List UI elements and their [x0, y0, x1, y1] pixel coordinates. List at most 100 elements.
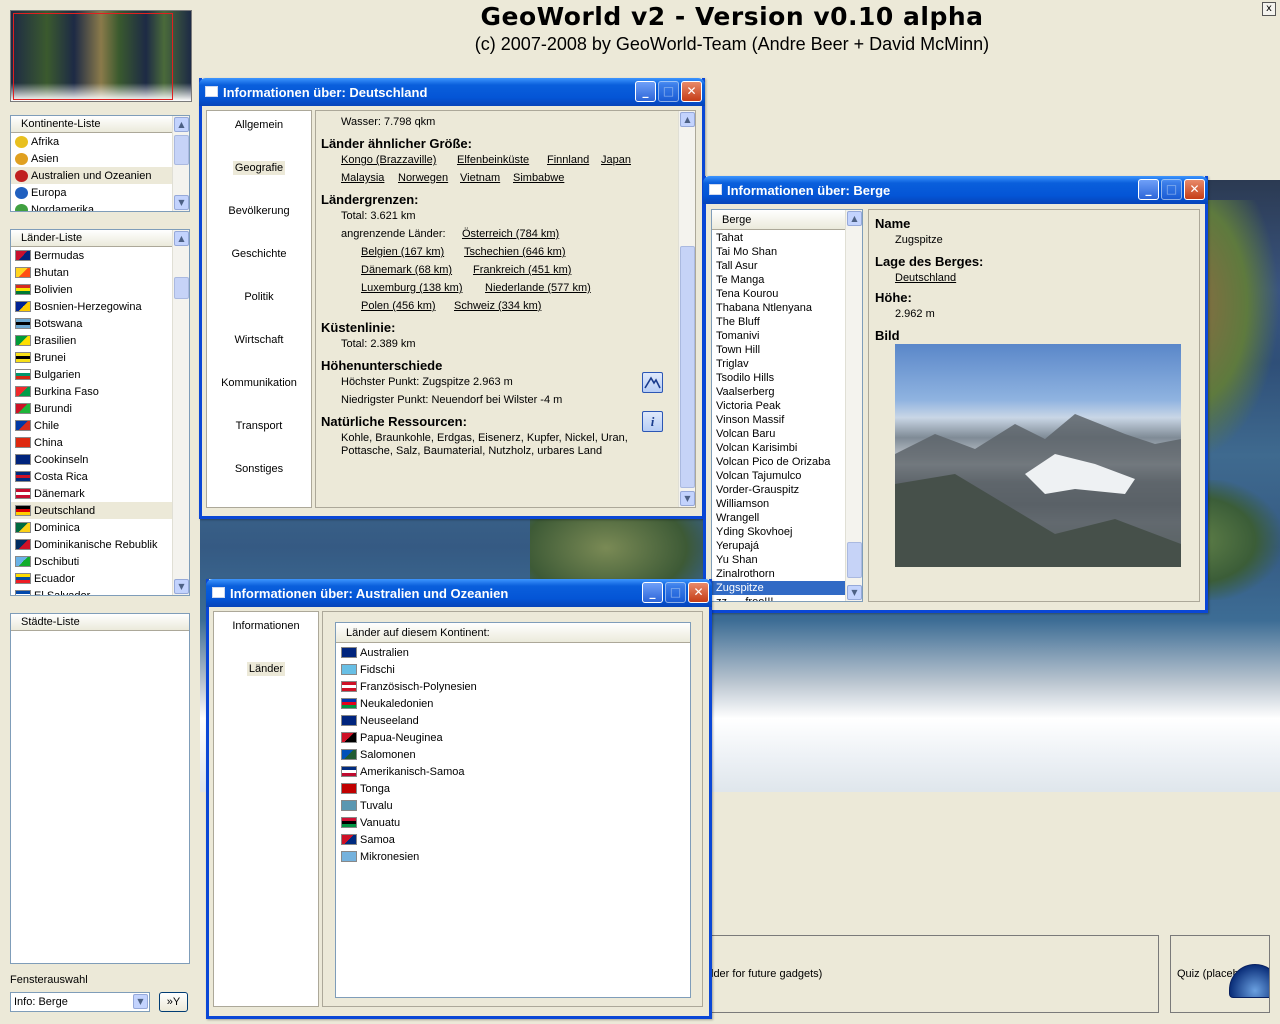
similar-size-link[interactable]: Elfenbeinküste: [457, 154, 529, 166]
continent-country-item[interactable]: Fidschi: [336, 661, 690, 678]
mountain-list-item[interactable]: Yding Skovhoej: [712, 525, 846, 539]
tab-1[interactable]: Länder: [214, 662, 318, 676]
country-list-item[interactable]: Deutschland: [11, 502, 173, 519]
country-list-item[interactable]: Dominica: [11, 519, 173, 536]
neighbor-link[interactable]: Frankreich (451 km): [473, 264, 571, 276]
scroll-down-icon[interactable]: ▼: [174, 195, 189, 210]
country-list-item[interactable]: Bosnien-Herzegowina: [11, 298, 173, 315]
country-list-item[interactable]: Botswana: [11, 315, 173, 332]
country-list-item[interactable]: Burkina Faso: [11, 383, 173, 400]
germany-tab-list[interactable]: Allgemein Geografie Bevölkerung Geschichte P…: [206, 110, 312, 508]
scroll-thumb[interactable]: [174, 277, 189, 299]
continent-list-item[interactable]: Asien: [11, 150, 173, 167]
continent-country-item[interactable]: Salomonen: [336, 746, 690, 763]
tab-8[interactable]: Sonstiges: [207, 463, 311, 475]
country-list[interactable]: Länder-Liste Bermudas Bhutan Bolivien Bosni…: [10, 229, 190, 596]
tab-2[interactable]: Bevölkerung: [207, 205, 311, 217]
scroll-up-icon[interactable]: ▲: [680, 112, 695, 127]
maximize-button[interactable]: □: [665, 582, 686, 603]
mountain-list-item[interactable]: Tomanivi: [712, 329, 846, 343]
country-list-item[interactable]: Brasilien: [11, 332, 173, 349]
continent-list-item[interactable]: Europa: [11, 184, 173, 201]
mountain-list-item[interactable]: Victoria Peak: [712, 399, 846, 413]
tab-5[interactable]: Wirtschaft: [207, 334, 311, 346]
quiz-gadget-box[interactable]: Quiz (placeh: [1170, 935, 1270, 1013]
oceania-window-titlebar[interactable]: Informationen über: Australien und Ozean…: [206, 579, 712, 607]
continent-country-item[interactable]: Mikronesien: [336, 848, 690, 865]
tab-7[interactable]: Transport: [207, 420, 311, 432]
close-button[interactable]: ✕: [1184, 179, 1205, 200]
country-list-item[interactable]: Chile: [11, 417, 173, 434]
continent-list-item[interactable]: Afrika: [11, 133, 173, 150]
germany-info-window[interactable]: Informationen über: Deutschland _ □ ✕ Al…: [199, 78, 705, 519]
mountain-list-item[interactable]: Yu Shan: [712, 553, 846, 567]
scroll-thumb[interactable]: [174, 135, 189, 165]
minimap-viewport-frame[interactable]: [13, 13, 173, 100]
similar-size-link[interactable]: Japan: [601, 154, 631, 166]
neighbor-link[interactable]: Schweiz (334 km): [454, 300, 541, 312]
continent-country-list[interactable]: Länder auf diesem Kontinent: Australien F…: [335, 622, 691, 998]
neighbor-link[interactable]: Luxemburg (138 km): [361, 282, 463, 294]
mountain-list-item[interactable]: Vaalserberg: [712, 385, 846, 399]
continent-list-item[interactable]: Australien und Ozeanien: [11, 167, 173, 184]
mountain-list-item[interactable]: Wrangell: [712, 511, 846, 525]
continent-list-scrollbar[interactable]: ▲ ▼: [172, 116, 189, 211]
country-list-item[interactable]: Dänemark: [11, 485, 173, 502]
window-select-go-button[interactable]: »Y: [159, 992, 188, 1012]
mountain-list-item[interactable]: Zugspitze: [712, 581, 846, 595]
mountain-icon[interactable]: [642, 372, 663, 393]
mountain-list-item[interactable]: Tahat: [712, 231, 846, 245]
continent-country-item[interactable]: Neuseeland: [336, 712, 690, 729]
maximize-button[interactable]: □: [658, 81, 679, 102]
country-list-item[interactable]: Bolivien: [11, 281, 173, 298]
continent-country-item[interactable]: Französisch-Polynesien: [336, 678, 690, 695]
country-list-item[interactable]: Brunei: [11, 349, 173, 366]
tab-0[interactable]: Allgemein: [207, 119, 311, 131]
similar-size-link[interactable]: Finnland: [547, 154, 589, 166]
scroll-up-icon[interactable]: ▲: [174, 231, 189, 246]
mountain-list-item[interactable]: Williamson: [712, 497, 846, 511]
close-button[interactable]: ✕: [688, 582, 709, 603]
world-minimap[interactable]: [10, 10, 192, 102]
tab-4[interactable]: Politik: [207, 291, 311, 303]
country-list-item[interactable]: Burundi: [11, 400, 173, 417]
mountain-list-item[interactable]: Volcan Karisimbi: [712, 441, 846, 455]
neighbor-link[interactable]: Belgien (167 km): [361, 246, 444, 258]
continent-country-item[interactable]: Neukaledonien: [336, 695, 690, 712]
scroll-down-icon[interactable]: ▼: [847, 585, 862, 600]
mountain-list-item[interactable]: Vorder-Grauspitz: [712, 483, 846, 497]
mountain-list-item[interactable]: Vinson Massif: [712, 413, 846, 427]
country-list-item[interactable]: Ecuador: [11, 570, 173, 587]
mountain-list-item[interactable]: Triglav: [712, 357, 846, 371]
mountain-list-item[interactable]: Tsodilo Hills: [712, 371, 846, 385]
country-list-scrollbar[interactable]: ▲ ▼: [172, 230, 189, 595]
continent-country-item[interactable]: Amerikanisch-Samoa: [336, 763, 690, 780]
oceania-tab-list[interactable]: Informationen Länder: [213, 611, 319, 1007]
tab-6[interactable]: Kommunikation: [207, 377, 311, 389]
country-list-item[interactable]: Costa Rica: [11, 468, 173, 485]
continent-list-item[interactable]: Nordamerika: [11, 201, 173, 211]
germany-window-titlebar[interactable]: Informationen über: Deutschland _ □ ✕: [199, 78, 705, 106]
mountain-list-item[interactable]: Tall Asur: [712, 259, 846, 273]
neighbor-link[interactable]: Tschechien (646 km): [464, 246, 566, 258]
country-list-item[interactable]: Bulgarien: [11, 366, 173, 383]
mountain-list-header[interactable]: Berge: [712, 210, 846, 230]
scroll-thumb[interactable]: [680, 246, 695, 488]
mountain-list-item[interactable]: Zinalrothorn: [712, 567, 846, 581]
continent-country-item[interactable]: Papua-Neuginea: [336, 729, 690, 746]
oceania-info-window[interactable]: Informationen über: Australien und Ozean…: [206, 579, 712, 1019]
info-icon[interactable]: i: [642, 411, 663, 432]
minimize-button[interactable]: _: [642, 582, 663, 603]
mountain-list-item[interactable]: Te Manga: [712, 273, 846, 287]
minimize-button[interactable]: _: [1138, 179, 1159, 200]
continent-country-item[interactable]: Tuvalu: [336, 797, 690, 814]
neighbor-link[interactable]: Dänemark (68 km): [361, 264, 452, 276]
mountains-window-titlebar[interactable]: Informationen über: Berge _ □ ✕: [703, 176, 1208, 204]
maximize-button[interactable]: □: [1161, 179, 1182, 200]
tab-0[interactable]: Informationen: [214, 620, 318, 632]
city-list[interactable]: Städte-Liste: [10, 613, 190, 964]
mountain-list-item[interactable]: zz___free!!!: [712, 595, 846, 601]
mountain-list-item[interactable]: Yerupajá: [712, 539, 846, 553]
mountain-list-item[interactable]: Volcan Tajumulco: [712, 469, 846, 483]
continent-country-item[interactable]: Vanuatu: [336, 814, 690, 831]
